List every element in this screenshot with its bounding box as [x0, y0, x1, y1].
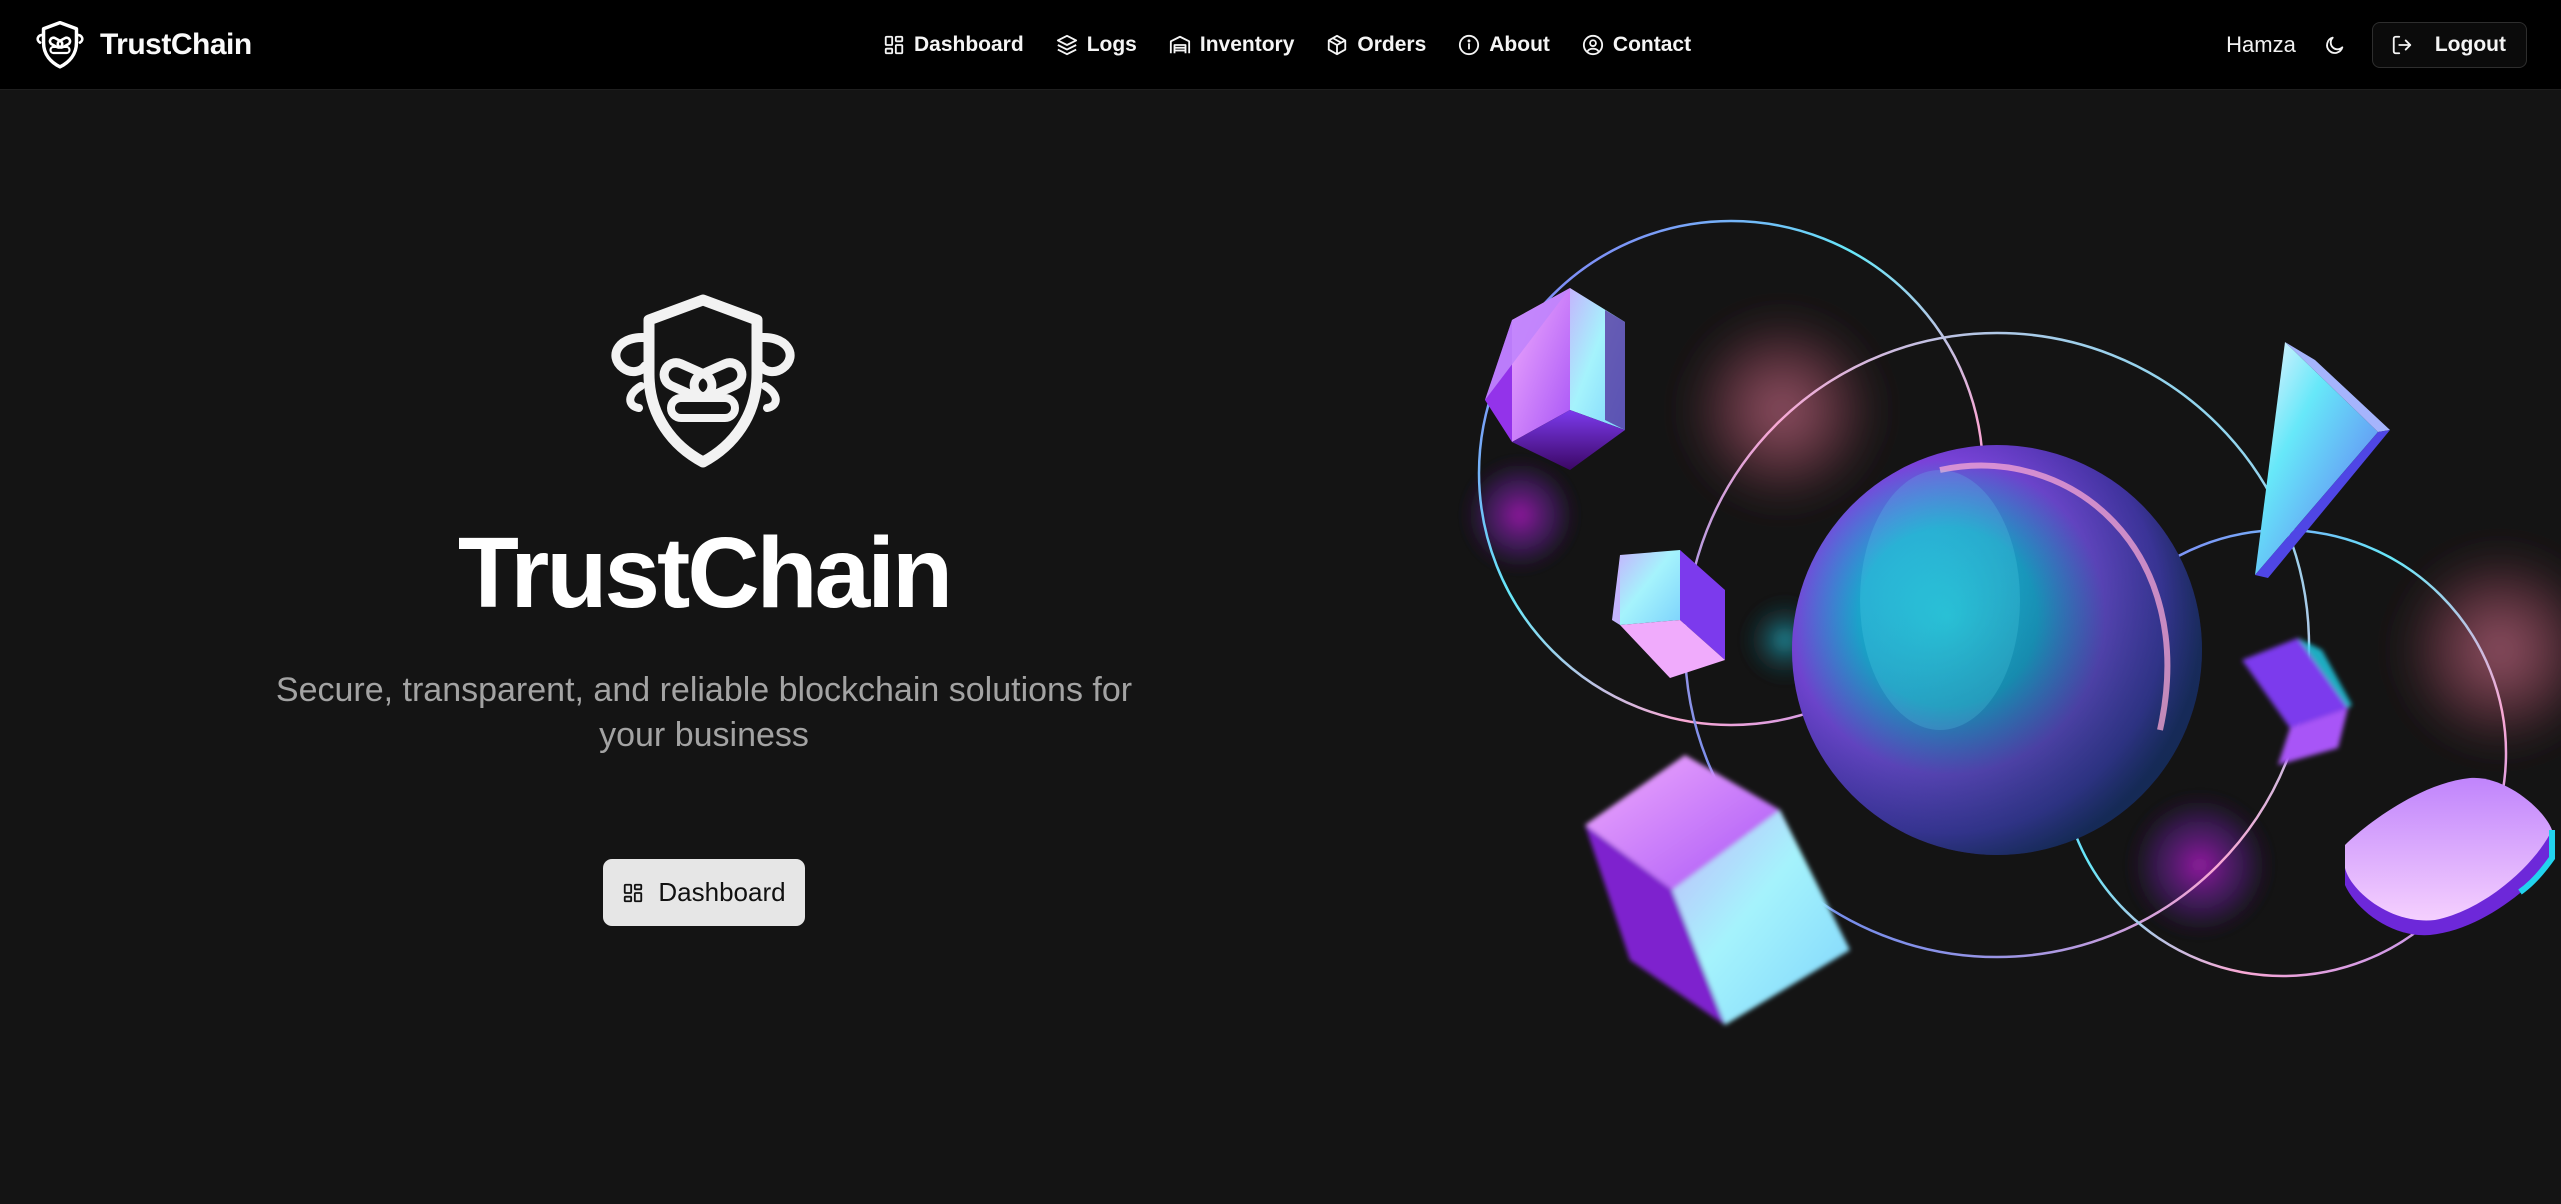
shield-chain-icon [611, 294, 795, 468]
logout-label: Logout [2434, 33, 2506, 56]
main-sphere [1792, 445, 2202, 855]
hero-title: TrustChain [457, 517, 953, 629]
hero-section: TrustChain Secure, transparent, and reli… [204, 280, 1204, 980]
shield-chain-icon [36, 20, 84, 69]
blockchain-3d-illustration [1458, 219, 2561, 1025]
violet-glow-blob [1458, 453, 1582, 577]
pink-glow-blob [1672, 300, 1892, 520]
logout-icon [2392, 35, 2412, 55]
username-label: Hamza [2226, 32, 2296, 57]
nav-inventory-label: Inventory [1199, 33, 1295, 56]
small-cube-shape [1612, 550, 1725, 678]
nav-dashboard-label: Dashboard [914, 33, 1024, 56]
nav-orders-link[interactable]: Orders [1326, 33, 1426, 57]
dashboard-grid-icon [624, 883, 643, 902]
nav-contact-link[interactable]: Contact [1582, 33, 1691, 57]
info-icon [1459, 34, 1480, 56]
nav-inventory-link[interactable]: Inventory [1169, 33, 1295, 57]
hero-illustration [1380, 130, 2561, 1050]
hero-dashboard-label: Dashboard [658, 877, 786, 907]
logout-button[interactable]: Logout [2371, 22, 2527, 68]
brand-home-link[interactable]: TrustChain [34, 20, 252, 70]
large-blurred-cube-shape [1585, 755, 1850, 1025]
package-icon [1328, 34, 1347, 56]
top-navbar: TrustChain Dashboard Logs Inventory Orde… [0, 0, 2561, 90]
user-circle-icon [1582, 34, 1604, 56]
brand-name: TrustChain [100, 28, 252, 61]
theme-toggle-button[interactable] [2320, 30, 2350, 60]
warehouse-icon [1169, 35, 1190, 54]
nav-logs-link[interactable]: Logs [1056, 33, 1137, 57]
triangular-prism-shape [2255, 342, 2390, 578]
nav-dashboard-link[interactable]: Dashboard [883, 33, 1024, 57]
main-nav: Dashboard Logs Inventory Orders About Co… [883, 28, 1691, 62]
hero-subtitle: Secure, transparent, and reliable blockc… [275, 671, 1133, 754]
nav-contact-label: Contact [1612, 33, 1692, 56]
nav-about-link[interactable]: About [1458, 33, 1550, 57]
user-controls: Hamza Logout [2226, 22, 2527, 68]
nav-about-label: About [1489, 33, 1550, 56]
hex-prism-shape [1485, 288, 1625, 470]
rounded-slab-shape [2345, 777, 2555, 936]
layers-icon [1056, 34, 1077, 56]
dashboard-grid-icon [884, 35, 904, 55]
nav-orders-label: Orders [1357, 33, 1427, 56]
moon-icon [2326, 36, 2344, 54]
hero-dashboard-button[interactable]: Dashboard [603, 859, 805, 926]
small-tilted-cube-shape [2242, 638, 2352, 765]
nav-logs-label: Logs [1086, 33, 1137, 56]
